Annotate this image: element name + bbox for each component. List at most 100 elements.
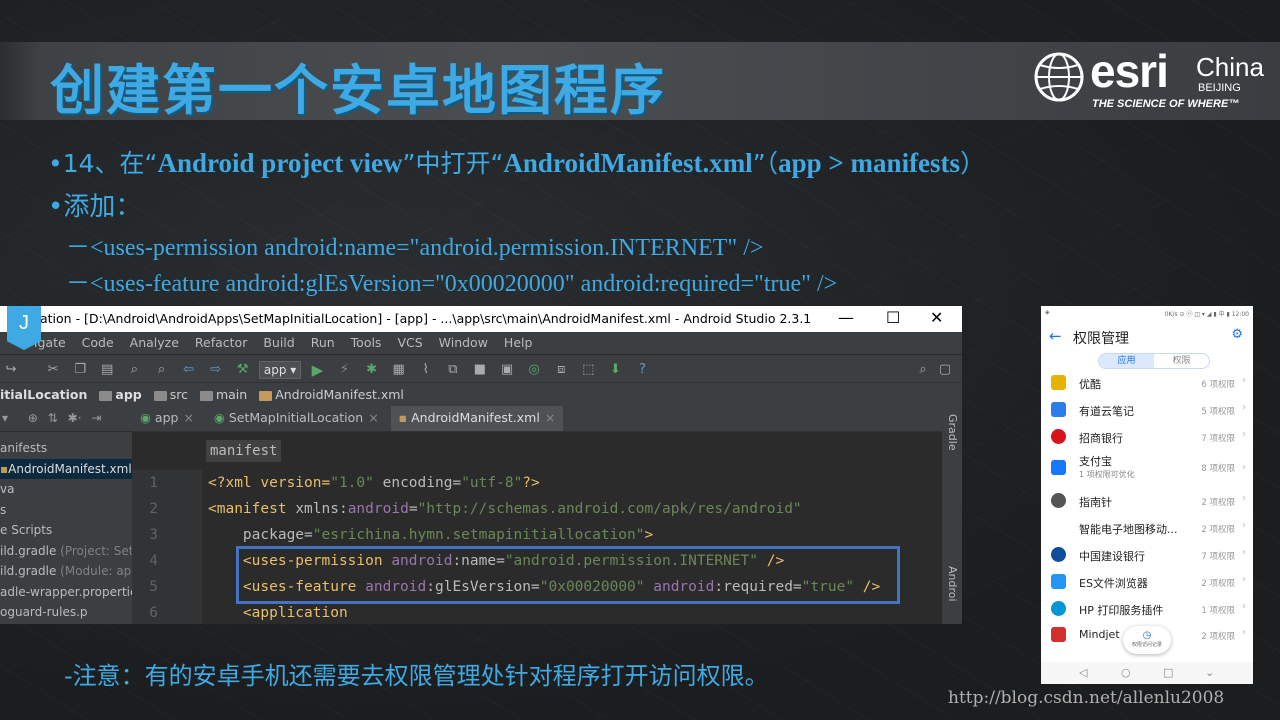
crumb-src[interactable]: src (170, 387, 188, 402)
floating-history-button[interactable]: ◷ 权限访问记录 (1123, 626, 1171, 654)
tag-breadcrumb[interactable]: manifest (206, 440, 282, 462)
tree-item[interactable]: ild.gradle (Module: app (0, 561, 132, 582)
crumb-project[interactable]: itialLocation (0, 387, 87, 402)
crumb-app[interactable]: app (115, 387, 141, 402)
paste-icon[interactable]: ▤ (99, 362, 115, 378)
run-config-select[interactable]: app ▾ (258, 360, 302, 379)
esri-beijing-label: BEIJING (1198, 82, 1241, 94)
nav-home-icon[interactable]: ○ (1121, 666, 1131, 679)
code-editor[interactable]: ◉ app × ◉ SetMapInitialLocation × ▪ Androi… (132, 406, 942, 624)
collapse-icon[interactable]: ⇅ (48, 411, 58, 425)
help-icon[interactable]: ? (635, 362, 651, 378)
settings-icon[interactable]: ✱· (68, 411, 82, 425)
window-titlebar: ation - [D:\Android\AndroidApps\SetMapIn… (0, 306, 962, 332)
tab-close-icon[interactable]: × (545, 410, 555, 425)
menu-run[interactable]: Run (311, 335, 335, 350)
segmented-control: 应用 权限 (1098, 353, 1210, 369)
xml-file-icon: ▪ (0, 461, 9, 476)
line-number: 6 (149, 605, 158, 621)
menu-build[interactable]: Build (263, 335, 294, 350)
esri-wordmark: esri (1090, 45, 1169, 97)
nav-back-icon[interactable]: ◁ (1079, 666, 1087, 679)
list-item[interactable]: 优酷 6 项权限 › (1041, 369, 1253, 396)
event-log-icon[interactable]: ▢ (937, 362, 953, 378)
tree-item[interactable]: va (0, 479, 132, 500)
list-item[interactable]: 有道云笔记 5 项权限 › (1041, 396, 1253, 423)
instant-run-icon[interactable]: ⚡ (336, 362, 352, 378)
gear-icon[interactable]: ⚙ (1231, 327, 1243, 342)
nav-recent-icon[interactable]: □ (1163, 666, 1173, 679)
cut-icon[interactable]: ✂ (45, 362, 61, 378)
gradle-tool-button[interactable]: Gradle (946, 414, 959, 451)
list-item[interactable]: 支付宝 1 项权限可优化 8 项权限 › (1041, 449, 1253, 487)
coverage-icon[interactable]: ▦ (391, 362, 407, 378)
menu-vcs[interactable]: VCS (397, 335, 422, 350)
tree-item[interactable]: s (0, 500, 132, 521)
menu-help[interactable]: Help (504, 335, 533, 350)
chevron-right-icon: › (1242, 493, 1246, 505)
run-icon[interactable]: ▶ (309, 362, 325, 378)
dropdown-icon[interactable]: ▾ (2, 411, 8, 425)
debug-icon[interactable]: ✱ (364, 362, 380, 378)
clock-icon: ◷ (1142, 630, 1152, 641)
tree-item[interactable]: e Scripts (0, 520, 132, 541)
menu-analyze[interactable]: Analyze (130, 335, 179, 350)
menu-bar: igate Code Analyze Refactor Build Run To… (0, 332, 962, 354)
minimize-icon[interactable]: — (838, 308, 854, 327)
tree-item[interactable]: anifests (0, 438, 132, 459)
crumb-manifest[interactable]: AndroidManifest.xml (275, 387, 404, 402)
tab-setmapinitiallocation[interactable]: ◉ SetMapInitialLocation × (206, 406, 387, 431)
permission-count: 8 项权限 (1201, 464, 1235, 475)
find-icon[interactable]: ⌕ (126, 362, 142, 378)
stop-icon[interactable]: ■ (472, 362, 488, 378)
tree-item[interactable]: oguard-rules.p (0, 602, 132, 623)
menu-refactor[interactable]: Refactor (195, 335, 247, 350)
app-name: ES文件浏览器 (1079, 576, 1148, 590)
tab-close-icon[interactable]: × (183, 410, 193, 425)
forward-icon[interactable]: ⇨ (208, 362, 224, 378)
tab-close-icon[interactable]: × (368, 410, 378, 425)
sync-scroll-icon[interactable]: ⊕ (28, 411, 38, 425)
make-icon[interactable]: ⚒ (235, 362, 251, 378)
folder-icon (153, 390, 167, 401)
android-tool-button[interactable]: Androi (946, 566, 959, 602)
seg-apps[interactable]: 应用 (1099, 354, 1154, 368)
hide-icon[interactable]: ⇥ (91, 411, 101, 425)
structure-icon[interactable]: ⬚ (580, 362, 596, 378)
sdk-icon[interactable]: ⧈ (553, 362, 569, 378)
list-item[interactable]: 指南针 2 项权限 › (1041, 487, 1253, 514)
tab-app[interactable]: ◉ app × (132, 406, 202, 431)
sync-icon[interactable]: ◎ (526, 362, 542, 378)
undo-icon[interactable]: ↪ (3, 362, 19, 378)
replace-icon[interactable]: ⌕ (153, 362, 169, 378)
code-token: encoding= (373, 475, 462, 491)
crumb-main[interactable]: main (216, 387, 247, 402)
avd-icon[interactable]: ▣ (499, 362, 515, 378)
tab-androidmanifest[interactable]: ▪ AndroidManifest.xml × (390, 406, 564, 431)
list-item[interactable]: 招商银行 7 项权限 › (1041, 423, 1253, 450)
back-icon[interactable]: ⇦ (181, 362, 197, 378)
close-icon[interactable]: ✕ (930, 308, 943, 327)
nav-down-icon[interactable]: ⌄ (1205, 666, 1214, 679)
android-monitor-icon[interactable]: ⬇ (607, 362, 623, 378)
tree-item[interactable]: adle-wrapper.propertie (0, 582, 132, 603)
list-item[interactable]: HP 打印服务插件 1 项权限 › (1041, 595, 1253, 622)
list-item[interactable]: 智能电子地图移动... 2 项权限 › (1041, 514, 1253, 541)
seg-permissions[interactable]: 权限 (1154, 354, 1209, 368)
back-arrow-icon[interactable]: ← (1049, 327, 1062, 345)
menu-window[interactable]: Window (439, 335, 488, 350)
list-item[interactable]: ES文件浏览器 2 项权限 › (1041, 568, 1253, 595)
copy-icon[interactable]: ❐ (72, 362, 88, 378)
search-icon[interactable]: ⌕ (915, 362, 931, 378)
profile-icon[interactable]: ⌇ (418, 362, 434, 378)
tree-item-label: e Scripts (0, 523, 53, 537)
toolbar: ↪ ✂ ❐ ▤ ⌕ ⌕ ⇦ ⇨ ⚒ app ▾ ▶ ⚡ ✱ ▦ ⌇ ⧉ ■ ▣ … (0, 354, 962, 382)
tree-item-selected[interactable]: ▪AndroidManifest.xml (0, 458, 132, 479)
tab-label: AndroidManifest.xml (411, 410, 540, 425)
list-item[interactable]: 中国建设银行 7 项权限 › (1041, 541, 1253, 568)
maximize-icon[interactable]: ☐ (886, 308, 900, 327)
attach-icon[interactable]: ⧉ (445, 362, 461, 378)
menu-tools[interactable]: Tools (351, 335, 382, 350)
menu-code[interactable]: Code (82, 335, 114, 350)
tree-item[interactable]: ild.gradle (Project: SetM (0, 541, 132, 562)
